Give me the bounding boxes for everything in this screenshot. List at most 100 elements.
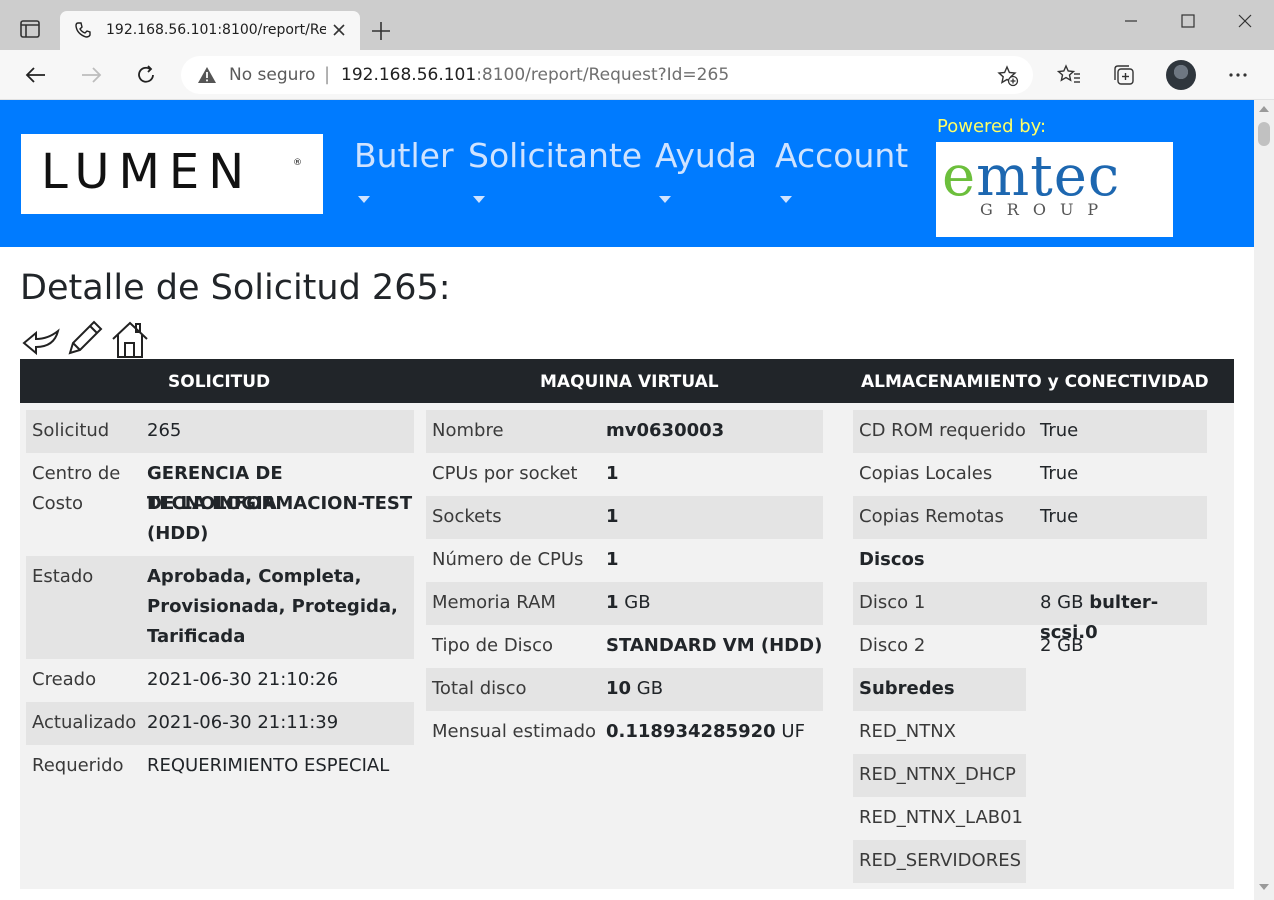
menu-ayuda[interactable]: Ayuda <box>655 136 757 175</box>
tab-title: 192.168.56.101:8100/report/Requ <box>106 22 326 38</box>
field-value: 265 <box>147 420 182 441</box>
field-value: 2021-06-30 21:10:26 <box>147 669 339 690</box>
scroll-down-icon[interactable] <box>1259 884 1269 890</box>
profile-avatar[interactable] <box>1166 60 1196 90</box>
warning-icon[interactable] <box>197 65 217 85</box>
back-arrow-icon[interactable] <box>20 319 60 359</box>
field-label: Sockets <box>432 506 502 527</box>
table-row-actualizado: Actualizado 2021-06-30 21:11:39 <box>26 702 414 745</box>
table-row-copias-locales: Copias Locales True <box>853 453 1207 496</box>
page-title: Detalle de Solicitud 265: <box>20 268 451 308</box>
field-label: Total disco <box>432 678 527 699</box>
table-row-ram: Memoria RAM 1 GB <box>426 582 823 625</box>
table-row-total-disco: Total disco 10 GB <box>426 668 823 711</box>
collections-icon[interactable] <box>1112 63 1136 87</box>
url-host: 192.168.56.101 <box>341 65 477 85</box>
url-path: :8100/report/Request?Id=265 <box>476 65 730 85</box>
field-label: CD ROM requerido <box>859 420 1026 441</box>
field-value: 2021-06-30 21:11:39 <box>147 712 339 733</box>
lumen-logo[interactable]: LUMEN ® <box>21 134 323 214</box>
table-row-disco-1: Disco 1 8 GB bulter-scsi.0 <box>853 582 1207 643</box>
chevron-down-icon[interactable] <box>473 196 485 203</box>
field-label: Tipo de Disco <box>432 635 553 656</box>
menu-account[interactable]: Account <box>775 136 908 175</box>
table-row-centro-costo: Centro de Costo GERENCIA DE TECNOLOGIA D… <box>26 453 414 556</box>
minimize-icon[interactable] <box>1120 10 1142 32</box>
chevron-down-icon[interactable] <box>659 196 671 203</box>
url-text[interactable]: 192.168.56.101:8100/report/Request?Id=26… <box>341 65 729 85</box>
field-value: mv0630003 <box>606 420 725 441</box>
subred-name: RED_NTNX_LAB01 <box>859 807 1024 828</box>
chevron-down-icon[interactable] <box>358 196 370 203</box>
scrollbar-thumb[interactable] <box>1258 122 1270 146</box>
site-header: LUMEN ® Butler Solicitante Ayuda Account… <box>0 100 1254 247</box>
emtec-group-text: GROUP <box>980 200 1113 219</box>
list-item-subred: RED_SERVIDORES <box>853 840 1026 883</box>
table-row-sockets: Sockets 1 <box>426 496 823 539</box>
field-label: Solicitud <box>32 420 110 441</box>
url-field[interactable]: No seguro | 192.168.56.101:8100/report/R… <box>181 56 1033 94</box>
field-value: REQUERIMIENTO ESPECIAL <box>147 755 390 776</box>
column-heading-solicitud: SOLICITUD <box>168 372 271 392</box>
subredes-heading: Subredes <box>859 678 955 699</box>
field-value: True <box>1040 463 1079 484</box>
field-label: Nombre <box>432 420 504 441</box>
table-row-requerido: Requerido REQUERIMIENTO ESPECIAL <box>26 745 414 788</box>
menu-solicitante[interactable]: Solicitante <box>468 136 642 175</box>
table-row-estado: Estado Aprobada, Completa, Provisionada,… <box>26 556 414 659</box>
field-label: Memoria RAM <box>432 592 556 613</box>
field-label: Creado <box>32 669 97 690</box>
field-label: Número de CPUs <box>432 549 584 570</box>
table-row-creado: Creado 2021-06-30 21:10:26 <box>26 659 414 702</box>
field-label: Requerido <box>32 755 124 776</box>
vertical-scrollbar[interactable] <box>1254 100 1274 900</box>
field-value: STANDARD VM (HDD) <box>606 635 823 656</box>
new-tab-icon[interactable] <box>370 20 392 42</box>
field-label: Mensual estimado <box>432 721 597 742</box>
column-heading-almacenamiento: ALMACENAMIENTO y CONECTIVIDAD <box>861 372 1209 392</box>
favorites-icon[interactable] <box>1057 63 1081 87</box>
home-icon[interactable] <box>110 319 150 359</box>
tab-actions-icon[interactable] <box>20 20 40 38</box>
table-row-tipo-disco: Tipo de Disco STANDARD VM (HDD) <box>426 625 823 668</box>
powered-by-label: Powered by: <box>937 116 1047 137</box>
add-favorite-icon[interactable] <box>997 65 1019 87</box>
not-secure-label[interactable]: No seguro <box>229 65 315 85</box>
field-label: Disco 1 <box>859 592 926 613</box>
emtec-logo[interactable]: emtec GROUP <box>936 142 1173 237</box>
field-value: 10 GB <box>606 678 664 699</box>
scroll-up-icon[interactable] <box>1259 106 1269 112</box>
back-icon[interactable] <box>24 63 48 87</box>
field-value: 1 <box>606 549 619 570</box>
refresh-icon[interactable] <box>134 63 158 87</box>
field-label: Disco 2 <box>859 635 926 656</box>
field-value: True <box>1040 420 1079 441</box>
field-value: Provisionada, Protegida, <box>147 596 398 617</box>
maximize-icon[interactable] <box>1177 10 1199 32</box>
column-heading-maquina: MAQUINA VIRTUAL <box>540 372 719 392</box>
close-tab-icon[interactable] <box>330 21 348 39</box>
list-item-subred: RED_NTNX_DHCP <box>853 754 1026 797</box>
forward-icon[interactable] <box>79 63 103 87</box>
menu-butler[interactable]: Butler <box>354 136 454 175</box>
list-item-subred: RED_NTNX <box>853 711 1026 754</box>
url-separator: | <box>324 64 331 85</box>
field-label: Copias Remotas <box>859 506 1004 527</box>
chevron-down-icon[interactable] <box>780 196 792 203</box>
more-options-icon[interactable] <box>1226 63 1250 87</box>
field-value: 1 GB <box>606 592 651 613</box>
table-row-solicitud: Solicitud 265 <box>26 410 414 453</box>
panel-header: SOLICITUD MAQUINA VIRTUAL ALMACENAMIENTO… <box>20 359 1234 403</box>
subredes-heading-row: Subredes <box>853 668 1026 711</box>
browser-tab[interactable]: 192.168.56.101:8100/report/Requ <box>60 11 360 50</box>
close-window-icon[interactable] <box>1234 10 1256 32</box>
table-row-copias-remotas: Copias Remotas True <box>853 496 1207 539</box>
edit-pencil-icon[interactable] <box>64 319 104 359</box>
subred-name: RED_NTNX_DHCP <box>859 764 1016 785</box>
field-label: Estado <box>32 566 94 587</box>
lumen-logo-registered: ® <box>293 158 302 168</box>
table-row-cpus-socket: CPUs por socket 1 <box>426 453 823 496</box>
browser-tab-bar: 192.168.56.101:8100/report/Requ <box>0 0 1274 50</box>
discos-heading-row: Discos <box>853 539 1207 582</box>
lumen-logo-text: LUMEN <box>41 144 254 200</box>
